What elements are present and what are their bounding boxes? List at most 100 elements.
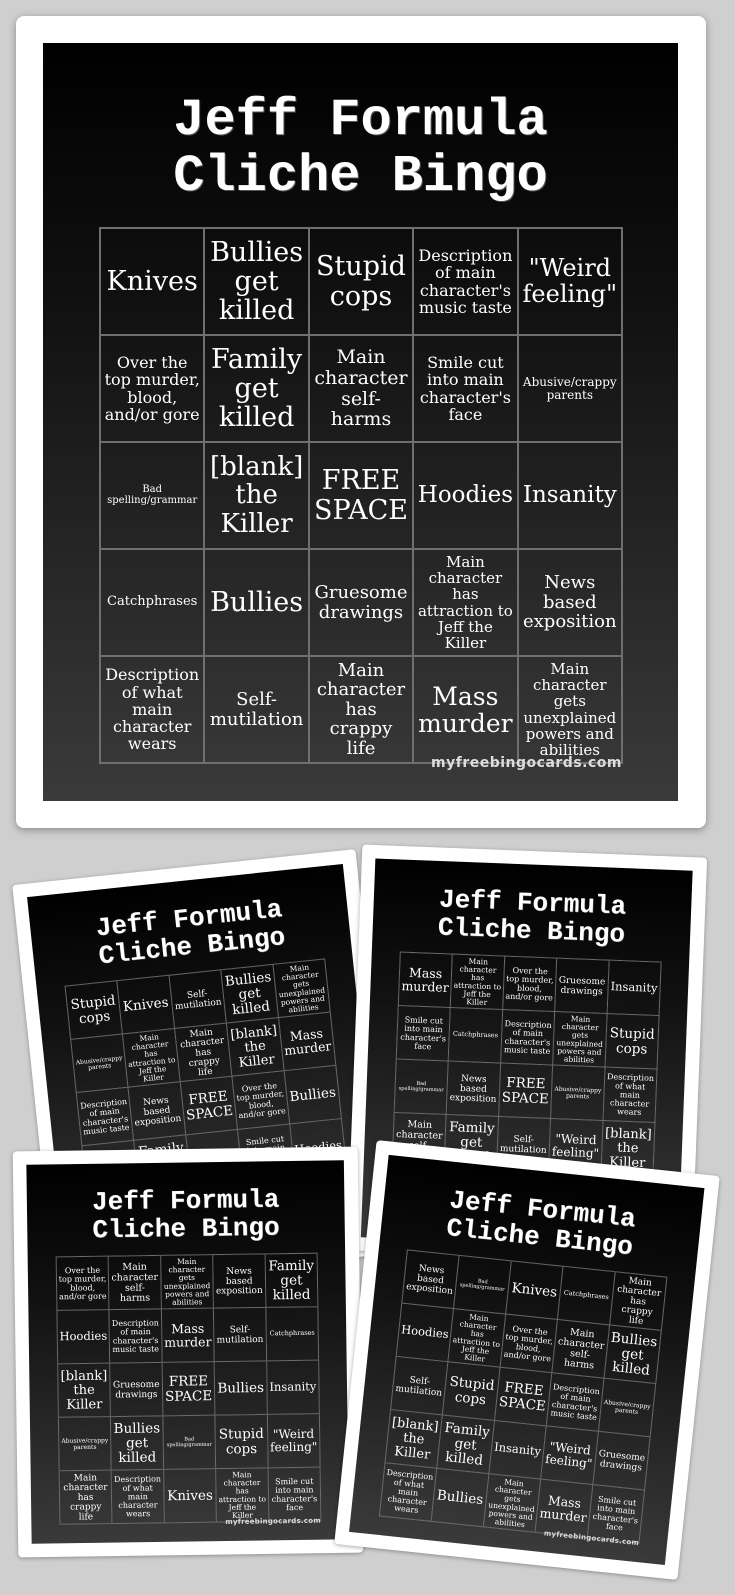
bingo-cell: Bullies [283,1065,342,1124]
bingo-cell: Knives [163,1468,217,1523]
bingo-cell: Main character gets unexplained powers a… [160,1254,214,1309]
cell-text: Bullies get killed [113,1420,161,1466]
cell-text: Main character self-harms [111,1261,159,1304]
cell-text: Main character self-harms [557,1326,605,1372]
cell-text: FREE SPACE [185,1088,234,1123]
bingo-cell: Description of main character's music ta… [76,1087,134,1146]
bingo-cell: Main character has crappy life [174,1023,232,1082]
bingo-cell: Over the top murder, blood, and/or gore [231,1070,290,1130]
bingo-cell: Main character has attraction to Jeff th… [413,549,518,656]
bingo-cell: Bad spelling/grammar [162,1415,216,1470]
bingo-cell: News based exposition [212,1253,266,1309]
cell-text: [blank] the Killer [391,1414,440,1463]
bingo-cell: Bullies get killed [220,964,279,1024]
card-panel: Jeff Formula Cliche Bingo Over the top mur… [26,1160,350,1544]
bingo-cell: Description of what main character wears [100,656,205,763]
main-bingo-card: Jeff Formula Cliche Bingo Knives Bullies ge… [16,16,706,828]
cell-text: Bullies [436,1487,484,1508]
bingo-cell: Main character has attraction to Jeff th… [215,1467,269,1523]
cell-text: Knives [106,265,198,297]
bingo-cell: Mass murder [413,656,518,763]
cell-text: News based exposition [523,572,617,633]
cell-text: Bad spelling/grammar [459,1278,505,1293]
cell-text: "Weird feeling" [270,1426,318,1455]
cell-text: Main character has crappy life [316,659,406,759]
watermark: myfreebingocards.com [431,755,622,771]
cell-text: Main character self-harms [314,346,408,431]
free-space-cell: FREE SPACE [498,1062,553,1119]
cell-text: Knives [122,994,170,1015]
cell-text: Catchphrases [107,594,198,610]
cell-text: Smile cut into main character's face [419,352,511,424]
bingo-cell: Gruesome drawings [308,549,414,656]
cell-text: [blank] the Killer [60,1368,108,1412]
cell-text: Mass murder [418,681,513,738]
bingo-cell: Bullies [204,549,309,656]
preview-bingo-card: Jeff Formula Cliche Bingo News based expos… [334,1140,720,1580]
cell-text: Bullies get killed [610,1329,659,1379]
cell-text: Description of main character's music ta… [79,1096,130,1137]
bingo-cell: Hoodies [56,1309,110,1364]
cell-text: Description of what main character wears [606,1071,655,1118]
free-space-cell: FREE SPACE [308,442,414,549]
bingo-cell: Description of main character's music ta… [546,1372,604,1432]
title-line: Cliche Bingo [173,147,548,206]
cell-text: Family get killed [443,1419,491,1469]
bingo-cell: Knives [505,1260,564,1320]
cell-text: FREE SPACE [313,465,409,526]
cell-text: Main character has crappy life [179,1026,225,1078]
watermark: myfreebingocards.com [225,1516,321,1526]
bingo-cell: Bullies get killed [110,1415,164,1471]
bingo-cell: Description of what main character wears [602,1066,658,1123]
card-panel: Jeff Formula Cliche Bingo Knives Bullies ge… [43,43,678,801]
bingo-cell: Hoodies [413,442,518,549]
cell-text: Abusive/crappy parents [603,1398,652,1416]
cell-text: Over the top murder, blood, and/or gore [503,1323,554,1364]
bingo-cell: Bad spelling/grammar [394,1058,449,1115]
cell-text: Knives [510,1280,558,1301]
cell-text: Bad spelling/grammar [166,1436,212,1448]
cell-text: Self-mutilation [395,1374,443,1399]
cell-text: Catchphrases [452,1030,499,1040]
bingo-cell: Main character gets unexplained powers a… [483,1473,541,1533]
cell-text: Bullies get killed [224,969,272,1018]
bingo-cell: "Weird feeling" [540,1425,599,1485]
bingo-cell: Mass murder [161,1308,215,1363]
cell-text: Smile cut into main character's face [400,1014,447,1052]
cell-text: Description of what main character wears [114,1474,162,1519]
cell-text: Self-mutilation [209,689,304,730]
cell-text: [blank] the Killer [209,452,304,539]
cell-text: Abusive/crappy parents [61,1436,109,1451]
bingo-cell: Main character has attraction to Jeff th… [448,1308,506,1368]
bingo-cell: Self-mutilation [213,1307,267,1362]
cell-text: "Weird feeling" [544,1439,594,1471]
bingo-cell: Self-mutilation [390,1356,449,1415]
cell-text: Main character gets unexplained powers a… [556,1014,604,1065]
cell-text: Over the top murder, blood, and/or gore [505,965,554,1003]
bingo-cell: Abusive/crappy parents [598,1378,656,1437]
bingo-cell: Knives [100,228,205,335]
bingo-cell: [blank] the Killer [384,1409,443,1469]
cell-text: Main character has attraction to Jeff th… [452,1312,501,1364]
cell-text: Main character has attraction to Jeff th… [218,1470,267,1520]
bingo-grid: News based exposition Bad spelling/gramma… [378,1249,668,1544]
bingo-cell: Gruesome drawings [554,958,609,1014]
bingo-grid: Knives Bullies get killed Stupid cops Descr… [99,227,623,764]
cell-text: Family get killed [211,343,303,434]
cell-text: Description of main character's music ta… [111,1317,160,1354]
cell-text: Description of main character's music ta… [550,1381,601,1422]
bingo-cell: Main character gets unexplained powers a… [272,958,331,1018]
bingo-cell: Gruesome drawings [592,1431,651,1490]
bingo-cell: Over the top murder, blood, and/or gore [499,1314,558,1373]
cell-text: Over the top murder, blood, and/or gore [58,1265,107,1302]
bingo-cell: Main character has attraction to Jeff th… [122,1028,181,1088]
cell-text: Hoodies [417,482,514,509]
bingo-cell: Main character has crappy life [308,656,414,763]
cell-text: Main character has attraction to Jeff th… [127,1032,176,1084]
cell-text: Hoodies [400,1323,450,1342]
bingo-cell: Stupid cops [308,228,414,335]
bingo-cell: News based exposition [446,1060,501,1117]
bingo-cell: "Weird feeling" [267,1413,321,1468]
bingo-cell: Description of main character's music ta… [109,1308,163,1364]
cell-text: Insanity [269,1380,317,1394]
